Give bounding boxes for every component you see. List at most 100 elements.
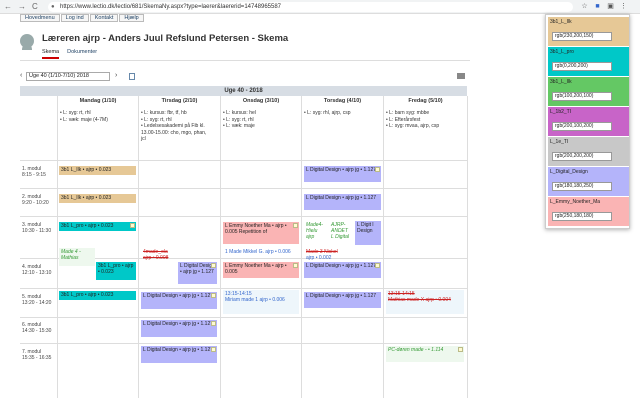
- lesson-text: L Digital Design • ajrp jg • 1.127: [306, 263, 377, 269]
- module-time: 10:30 - 11:30: [22, 228, 52, 234]
- note-icon[interactable]: [211, 321, 216, 326]
- prev-week-icon[interactable]: ‹: [20, 72, 22, 79]
- lesson-block[interactable]: PC-døren made - • 1.114: [386, 346, 464, 362]
- lesson-block[interactable]: L Digital Design • ajrp jg • 1.127: [304, 262, 381, 278]
- lesson-block[interactable]: 3b1 L_Ilk • ajrp • 0.023: [59, 166, 136, 175]
- grid-line: [57, 96, 58, 398]
- lesson-block[interactable]: ajrp • 0.002: [304, 254, 381, 260]
- note-line: • L: syg: mvaa, ajrp, csp: [386, 123, 440, 129]
- grid-line: [220, 96, 221, 398]
- lesson-block[interactable]: 3b1 L_pro • ajrp • 0.023: [59, 222, 136, 231]
- print-icon[interactable]: [457, 73, 465, 79]
- color-setting-item: L_Digital_Design rgb(180,180,250): [548, 167, 629, 196]
- color-value-input[interactable]: rgb(230,200,150): [552, 32, 612, 41]
- module-time: 8:15 - 9:15: [22, 172, 46, 178]
- lesson-block[interactable]: L Emmy Noether Ma • ajrp • 0.005: [223, 262, 299, 278]
- note-icon[interactable]: [375, 167, 380, 172]
- lesson-text: Miriam made 1 ajrp • 0.006: [225, 297, 285, 303]
- menu-icon[interactable]: ⋮: [619, 2, 628, 11]
- color-value-input[interactable]: rgb(0,200,200): [552, 62, 612, 71]
- note-icon[interactable]: [211, 263, 216, 268]
- note-icon[interactable]: [130, 223, 135, 228]
- note-line: • L: væk: maje (4-7M): [60, 116, 108, 123]
- url-text: https://www.lectio.dk/lectio/681/SkemaNy…: [60, 4, 282, 10]
- color-value-input[interactable]: rgb(200,100,200): [552, 122, 612, 131]
- color-settings-popup: 3b1_L_Ilk rgb(230,200,150) 3b1_L_pro rgb(0…: [545, 14, 630, 229]
- lesson-block[interactable]: L Digital Design • ajrp jg • 1.127: [141, 320, 217, 337]
- lesson-block[interactable]: 3b1 L_Ilk • ajrp • 0.023: [59, 194, 136, 203]
- nav-kontakt[interactable]: Kontakt: [89, 14, 119, 22]
- tab-skema[interactable]: Skema: [42, 49, 60, 59]
- grid-line: [383, 96, 384, 398]
- lock-icon: ●: [51, 4, 55, 10]
- star-icon[interactable]: ☆: [580, 2, 589, 11]
- lesson-block[interactable]: 13:15-14:15 Mathias made X ajrp • 0.004: [386, 290, 464, 314]
- note-icon[interactable]: [211, 347, 216, 352]
- color-value-input[interactable]: rgb(200,200,200): [552, 152, 612, 161]
- color-value-input[interactable]: rgb(250,180,180): [552, 212, 612, 221]
- extension-icon[interactable]: ■: [593, 2, 602, 11]
- lesson-block[interactable]: Made 4 - Mathias: [59, 248, 95, 266]
- day-notes-friday: • L: barn syg: mbbe • L: Efterårsfest • …: [386, 110, 466, 130]
- module-time: 15:35 - 16:35: [22, 355, 52, 361]
- week-select[interactable]: Uge 40 (1/10-7/10) 2018: [26, 72, 110, 81]
- lesson-block[interactable]: L Digital Design • ajrp jg • 1.127: [178, 262, 217, 284]
- lesson-text: L Digital Design • ajrp jg • 1.127: [143, 347, 214, 353]
- color-setting-label: 3b1_L_Ilk: [550, 19, 572, 25]
- grid-line: [20, 160, 467, 161]
- lesson-block[interactable]: L Digital Design • ajrp jg • 1.127: [304, 166, 381, 182]
- lesson-block[interactable]: 3b1 L_pro • ajrp • 0.023: [59, 291, 136, 300]
- lesson-block[interactable]: 4made_ola ajrp • 0.008: [141, 248, 177, 264]
- color-setting-item: L_Emmy_Noether_Ma rgb(250,180,180): [548, 197, 629, 226]
- lesson-block[interactable]: L Emmy Noether Ma • ajrp • 0.005 Repetit…: [223, 222, 299, 244]
- color-setting-label: L_1e_TI: [550, 139, 569, 145]
- day-header-friday: Fredag (5/10): [383, 98, 467, 107]
- module-label: 5. modul 13:20 - 14:20: [22, 294, 51, 306]
- reload-icon[interactable]: C: [32, 2, 38, 11]
- nav-hjaelp[interactable]: Hjælp: [119, 14, 144, 22]
- lesson-block[interactable]: 13:15-14:15 Miriam made 1 ajrp • 0.006: [223, 290, 299, 314]
- address-bar[interactable]: ● https://www.lectio.dk/lectio/681/Skema…: [48, 2, 573, 12]
- note-icon[interactable]: [211, 293, 216, 298]
- nav-hovedmenu[interactable]: Hovedmenu: [20, 14, 60, 22]
- back-icon[interactable]: ←: [4, 2, 12, 11]
- note-icon[interactable]: [293, 263, 298, 268]
- lesson-text: L Digital Design • ajrp jg • 1.127: [143, 293, 214, 299]
- lesson-block[interactable]: Made4-Hielu ajrp: [304, 221, 328, 245]
- lesson-block[interactable]: L Digital Design • ajrp jg • 1.127: [141, 346, 217, 363]
- lesson-block[interactable]: L Digital Design • ajrp jg • 1.127: [304, 194, 381, 210]
- day-header-thursday: Torsdag (4/10): [301, 98, 383, 107]
- lesson-block[interactable]: L Digital Design • ajrp jg • 1.127: [304, 292, 381, 308]
- lesson-text: L Digital Design • ajrp jg • 1.127: [306, 167, 377, 173]
- lesson-block[interactable]: 3b1 L_pro • ajrp • 0.023: [96, 262, 136, 280]
- module-label: 4. modul 12:10 - 13:10: [22, 264, 51, 276]
- color-value-input[interactable]: rgb(100,200,100): [552, 92, 612, 101]
- next-week-icon[interactable]: ›: [115, 72, 117, 79]
- divider: [20, 60, 470, 61]
- note-icon[interactable]: [458, 347, 463, 352]
- page-title: Læreren ajrp - Anders Juul Refslund Pete…: [42, 33, 289, 44]
- module-time: 12:10 - 13:10: [22, 270, 52, 276]
- color-value-input[interactable]: rgb(180,180,250): [552, 182, 612, 191]
- note-icon[interactable]: [293, 223, 298, 228]
- module-label: 6. modul 14:30 - 15:30: [22, 322, 51, 334]
- color-setting-label: L_Digital_Design: [550, 169, 588, 175]
- calendar-icon[interactable]: [129, 73, 135, 80]
- day-header-wednesday: Onsdag (3/10): [220, 98, 301, 107]
- color-setting-label: 3b1_L_Ilk: [550, 79, 572, 85]
- tab-bar: Skema Dokumenter: [42, 49, 105, 59]
- lesson-block[interactable]: L Digital Design • ajrp jg • 1.127: [141, 292, 217, 309]
- note-icon[interactable]: [375, 263, 380, 268]
- grid-line: [467, 96, 468, 398]
- forward-icon[interactable]: →: [18, 2, 26, 11]
- note-line: • L: syg: rhl, ajrp, csp: [304, 110, 351, 116]
- color-setting-item: 3b1_L_pro rgb(0,200,200): [548, 47, 629, 76]
- extension-icon-2[interactable]: ▣: [606, 2, 615, 11]
- lesson-block[interactable]: AJRP-ANDET L Digital: [329, 221, 354, 245]
- tab-dokumenter[interactable]: Dokumenter: [67, 49, 97, 57]
- lesson-block[interactable]: L Digit l Design: [355, 221, 381, 245]
- day-header-monday: Mandag (1/10): [57, 98, 138, 107]
- lesson-block[interactable]: 1 Made Mikkel G. ajrp • 0.006: [223, 248, 299, 260]
- nav-log-ind[interactable]: Log ind: [60, 14, 89, 22]
- color-setting-label: 3b1_L_pro: [550, 49, 574, 55]
